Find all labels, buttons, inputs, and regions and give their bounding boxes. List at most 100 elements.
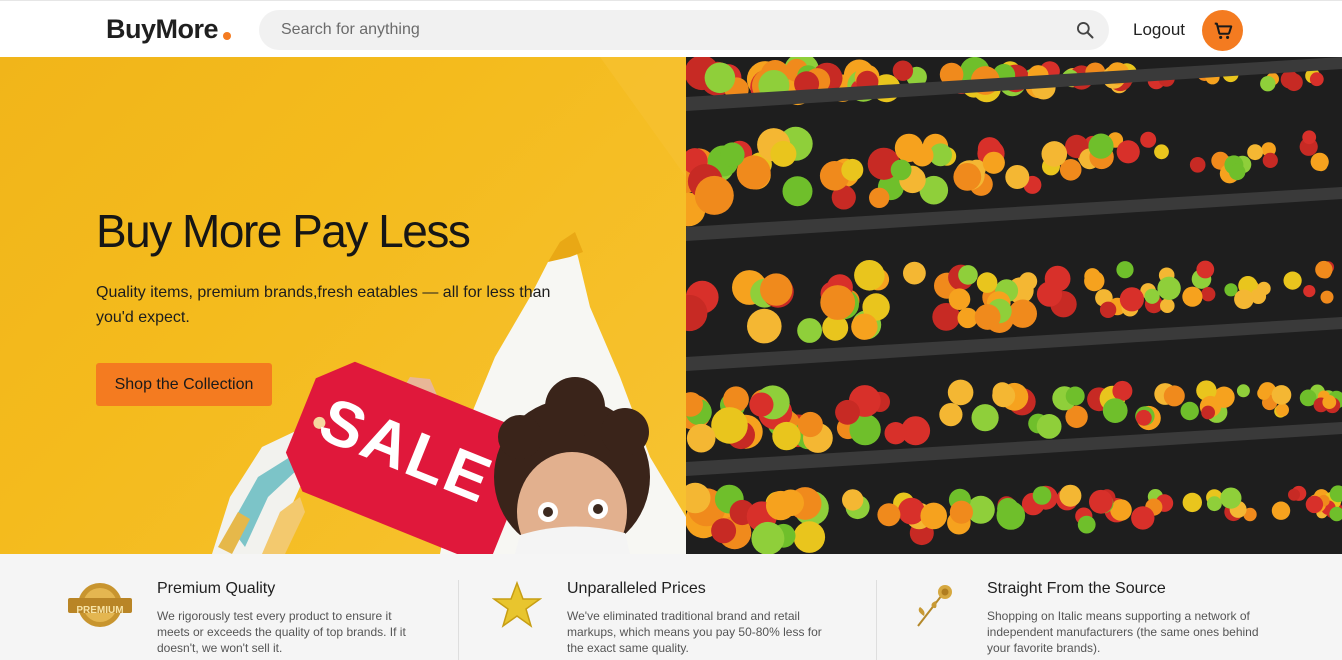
search-input[interactable] [281,10,1061,50]
cart-button[interactable] [1202,10,1243,51]
produce-fruit [948,288,971,310]
produce-fruit [1088,133,1114,159]
produce-fruit [842,489,864,511]
produce-fruit [884,422,907,445]
feature-title: Unparalleled Prices [567,580,706,597]
feature-title: Premium Quality [157,580,276,597]
produce-fruit [1234,289,1254,310]
produce-fruit [1319,266,1332,279]
produce-fruit [898,497,925,525]
produce-fruit [1044,265,1071,292]
produce-fruit [1032,486,1052,505]
produce-fruit [1119,287,1144,312]
feature-unparalleled-prices: Unparalleled Prices We've eliminated tra… [459,554,876,660]
produce-fruit [1089,489,1113,514]
produce-fruit [1260,76,1276,92]
produce-fruit [1201,405,1215,420]
produce-fruit [903,261,926,285]
produce-fruit [1157,276,1181,300]
produce-fruit [704,62,736,94]
produce-fruit [820,285,856,320]
produce-fruit [869,187,890,208]
produce-fruit [894,133,924,163]
produce-fruit [1005,165,1030,189]
produce-fruit [958,265,978,285]
produce-fruit [1189,157,1206,173]
produce-fruit [1305,495,1324,514]
produce-fruit [1196,260,1215,279]
hero-title: Buy More Pay Less [96,205,471,257]
produce-fruit [1112,380,1133,401]
produce-fruit [1275,403,1289,417]
feature-title: Straight From the Source [987,580,1166,597]
produce-fruit [1288,488,1300,501]
golden-rose-icon [917,585,952,627]
top-nav: BuyMore Logout [0,0,1342,57]
feature-straight-from-source: Straight From the Source Shopping on Ita… [877,554,1342,660]
produce-fruit [851,313,878,340]
produce-fruit [760,273,793,306]
produce-fruit [770,140,797,167]
produce-fruit [1163,385,1185,407]
produce-fruit [1322,395,1337,409]
produce-fruit [1019,272,1038,291]
hero-produce-image [686,57,1342,554]
hero-banner: SALE Buy More Pay Less Quality items, pr… [0,57,686,554]
produce-fruit [1182,492,1202,513]
produce-fruit [1180,401,1199,421]
produce-fruit [711,518,737,544]
produce-fruit [854,260,885,291]
produce-fruit [835,399,860,425]
produce-fruit [1262,152,1278,168]
produce-fruit [982,151,1005,174]
produce-fruit [1008,299,1037,328]
produce-fruit [1303,285,1316,298]
produce-fruit [686,423,716,453]
produce-fruit [1036,414,1062,439]
feature-text: We've eliminated traditional brand and r… [567,609,822,655]
produce-fruit [1084,268,1101,285]
produce-fruit [797,411,823,438]
shop-collection-button[interactable]: Shop the Collection [96,363,272,406]
produce-fruit [1257,386,1271,400]
produce-fruit [1320,290,1334,304]
produce-fruit [976,272,998,293]
produce-fruit [947,379,974,406]
produce-fruit [892,60,914,81]
produce-fruit [996,501,1026,530]
produce-fruit [1140,131,1157,148]
produce-fruit [1116,140,1140,164]
features-strip: PREMIUM Premium Quality We rigorously te… [0,554,1342,660]
produce-fruit [1154,144,1169,160]
produce-fruit [1077,515,1096,534]
produce-fruit [1160,298,1175,313]
produce-fruit [711,407,748,444]
produce-fruit [793,521,826,553]
produce-fruit [1135,409,1152,426]
produce-fruit [1102,398,1128,423]
produce-fruit [1041,141,1068,167]
produce-fruit [1247,144,1263,161]
produce-fruit [766,490,796,521]
produce-fruit [772,421,801,451]
logout-link[interactable]: Logout [1133,20,1185,40]
search-icon[interactable] [1075,20,1095,40]
produce-fruit [720,142,745,167]
premium-badge-text: PREMIUM [76,605,124,616]
produce-fruit [1271,385,1292,405]
produce-fruit [1182,286,1203,307]
produce-fruit [1116,261,1134,279]
produce-fruit [992,384,1016,408]
produce-fruit [1059,484,1082,507]
brand-logo[interactable]: BuyMore [106,14,219,45]
produce-fruit [971,404,999,432]
produce-fruit [939,403,963,427]
produce-fruit [1207,496,1222,512]
produce-fruit [920,502,947,530]
produce-fruit [1229,163,1246,181]
feature-text: We rigorously test every product to ensu… [157,609,406,655]
produce-fruit [1236,384,1250,398]
produce-fruit [1302,130,1317,145]
search-bar [259,10,1109,50]
produce-fruit [1283,271,1302,290]
